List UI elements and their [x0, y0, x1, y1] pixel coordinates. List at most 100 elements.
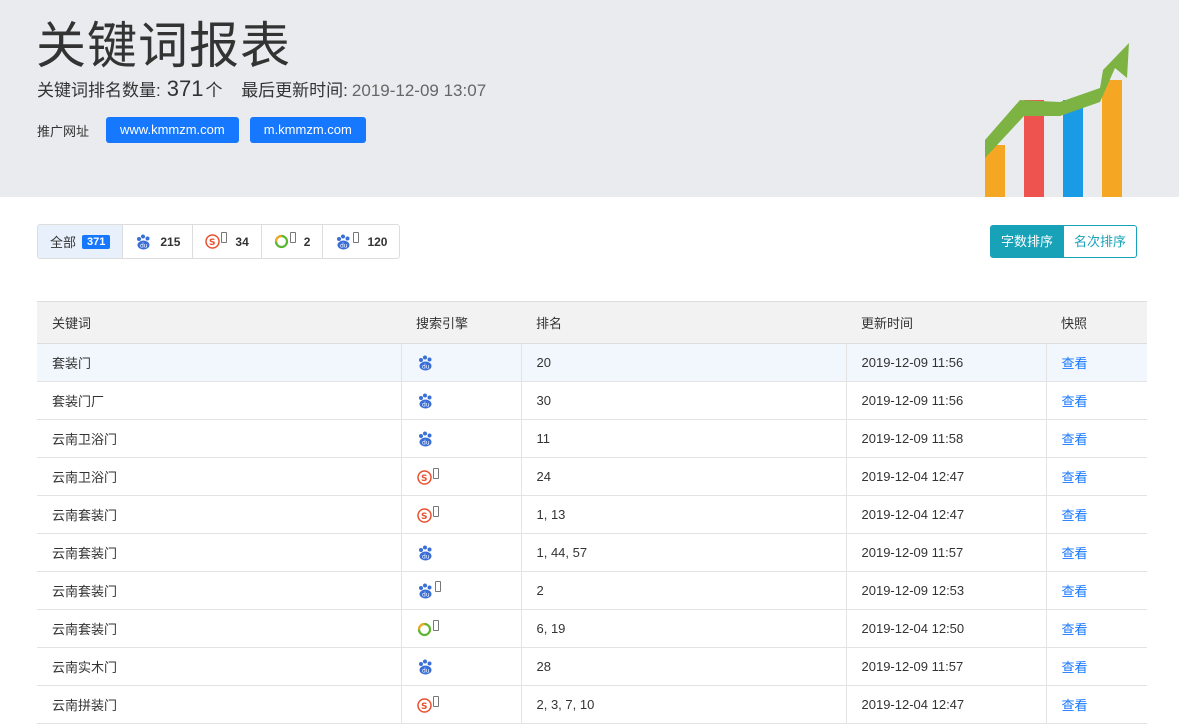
baidu-icon: du: [417, 431, 434, 447]
view-snapshot-link[interactable]: 查看: [1062, 470, 1088, 485]
sort-toggle: 字数排序 名次排序: [990, 225, 1138, 258]
count-unit: 个: [205, 81, 223, 100]
cell-time: 2019-12-09 11:57: [846, 533, 1047, 572]
cell-keyword: 云南套装门: [37, 609, 402, 648]
cell-keyword: 云南卫浴门: [37, 457, 402, 496]
svg-text:S: S: [421, 512, 427, 522]
cell-keyword: 云南套装门: [37, 495, 402, 534]
growth-chart-illustration: [985, 43, 1129, 197]
filter-baidu[interactable]: du 215: [123, 225, 194, 258]
cell-rank: 28: [521, 647, 847, 686]
cell-rank: 30: [521, 381, 847, 420]
svg-text:du: du: [422, 667, 430, 674]
view-snapshot-link[interactable]: 查看: [1062, 432, 1088, 447]
view-snapshot-link[interactable]: 查看: [1062, 698, 1088, 713]
360-mobile-icon: [274, 232, 296, 249]
updated-label: 最后更新时间:: [241, 81, 348, 100]
view-snapshot-link[interactable]: 查看: [1062, 584, 1088, 599]
filter-sogou-mobile[interactable]: S 34: [193, 225, 262, 258]
header-snapshot: 快照: [1046, 301, 1147, 344]
svg-text:du: du: [140, 242, 148, 249]
url-button-www[interactable]: www.kmmzm.com: [106, 117, 239, 143]
cell-rank: 1, 13: [521, 495, 847, 534]
keyword-count: 371: [166, 76, 204, 101]
svg-text:du: du: [422, 439, 430, 446]
baidu-mobile-icon: du: [417, 580, 441, 599]
cell-snapshot: 查看: [1046, 457, 1147, 496]
stats-line: 关键词排名数量: 371 个 最后更新时间: 2019-12-09 13:07: [37, 76, 486, 102]
page-header: 关键词报表 关键词排名数量: 371 个 最后更新时间: 2019-12-09 13:…: [0, 0, 1179, 197]
filter-baidu-count: 215: [160, 234, 181, 249]
cell-time: 2019-12-04 12:47: [846, 457, 1047, 496]
cell-snapshot: 查看: [1046, 647, 1147, 686]
view-snapshot-link[interactable]: 查看: [1062, 356, 1088, 371]
filter-all-count: 371: [82, 234, 111, 249]
table-row: 云南套装门 S 1, 13 2019-12-04 12:47 查看: [37, 495, 1147, 534]
cell-rank: 24: [521, 457, 847, 496]
baidu-mobile-icon: du: [335, 231, 360, 250]
sogou-mobile-icon: S: [205, 232, 228, 249]
sogou-mobile-icon: S: [416, 695, 439, 713]
view-snapshot-link[interactable]: 查看: [1062, 622, 1088, 637]
svg-text:S: S: [421, 474, 427, 484]
cell-rank: 20: [521, 343, 847, 382]
view-snapshot-link[interactable]: 查看: [1062, 394, 1088, 409]
filter-all[interactable]: 全部 371: [38, 225, 124, 258]
header-engine: 搜索引擎: [401, 301, 521, 344]
cell-snapshot: 查看: [1046, 419, 1147, 458]
cell-time: 2019-12-09 11:56: [846, 381, 1047, 420]
cell-time: 2019-12-04 12:50: [846, 609, 1047, 648]
table-row: 云南套装门 du 1, 44, 57 2019-12-09 11:57 查看: [37, 533, 1147, 572]
filter-360-mobile[interactable]: 2: [262, 225, 324, 258]
cell-snapshot: 查看: [1046, 571, 1147, 610]
view-snapshot-link[interactable]: 查看: [1062, 660, 1088, 675]
svg-text:du: du: [422, 401, 430, 408]
cell-rank: 2: [521, 571, 847, 610]
cell-rank: 1, 44, 57: [521, 533, 847, 572]
table-header-row: 关键词 搜索引擎 排名 更新时间 快照: [37, 301, 1147, 344]
cell-engine: [401, 609, 522, 648]
sort-by-rank-button[interactable]: 名次排序: [1064, 225, 1138, 258]
cell-snapshot: 查看: [1046, 495, 1147, 534]
table-row: 云南套装门 du 2 2019-12-09 12:53 查看: [37, 571, 1147, 610]
cell-engine: du: [401, 571, 522, 610]
svg-text:S: S: [209, 238, 215, 248]
count-label: 关键词排名数量:: [37, 81, 161, 100]
table-row: 云南卫浴门 S 24 2019-12-04 12:47 查看: [37, 457, 1147, 496]
cell-rank: 6, 19: [521, 609, 847, 648]
table-row: 云南套装门 6, 19 2019-12-04 12:50 查看: [37, 609, 1147, 648]
view-snapshot-link[interactable]: 查看: [1062, 546, 1088, 561]
cell-rank: 11: [521, 419, 847, 458]
baidu-icon: du: [137, 234, 150, 249]
filter-baidu-mobile[interactable]: du 120: [323, 225, 399, 258]
cell-engine: du: [401, 647, 522, 686]
svg-text:du: du: [422, 591, 430, 598]
svg-text:du: du: [422, 363, 430, 370]
table-row: 云南拼装门 S 2, 3, 7, 10 2019-12-04 12:47 查看: [37, 685, 1147, 724]
cell-engine: S: [401, 495, 522, 534]
cell-keyword: 套装门厂: [37, 381, 402, 420]
header-time: 更新时间: [846, 301, 1046, 344]
cell-engine: S: [401, 685, 522, 724]
svg-text:S: S: [421, 702, 427, 712]
cell-time: 2019-12-09 11:57: [846, 647, 1047, 686]
cell-time: 2019-12-09 12:53: [846, 571, 1047, 610]
cell-time: 2019-12-09 11:58: [846, 419, 1047, 458]
cell-keyword: 云南套装门: [37, 571, 402, 610]
url-button-mobile[interactable]: m.kmmzm.com: [249, 117, 366, 143]
360-mobile-icon: [417, 619, 439, 637]
table-row: 套装门 du 20 2019-12-09 11:56 查看: [37, 343, 1147, 382]
header-rank: 排名: [521, 301, 846, 344]
baidu-icon: du: [417, 355, 434, 371]
cell-engine: du: [401, 533, 522, 572]
cell-time: 2019-12-09 11:56: [846, 343, 1047, 382]
filter-sogou-count: 34: [235, 234, 249, 249]
sort-by-chars-button[interactable]: 字数排序: [990, 225, 1065, 258]
cell-engine: du: [401, 343, 522, 382]
filter-360-count: 2: [303, 234, 311, 249]
cell-snapshot: 查看: [1046, 609, 1147, 648]
cell-engine: du: [401, 381, 522, 420]
cell-engine: du: [401, 419, 522, 458]
cell-snapshot: 查看: [1046, 343, 1147, 382]
view-snapshot-link[interactable]: 查看: [1062, 508, 1088, 523]
